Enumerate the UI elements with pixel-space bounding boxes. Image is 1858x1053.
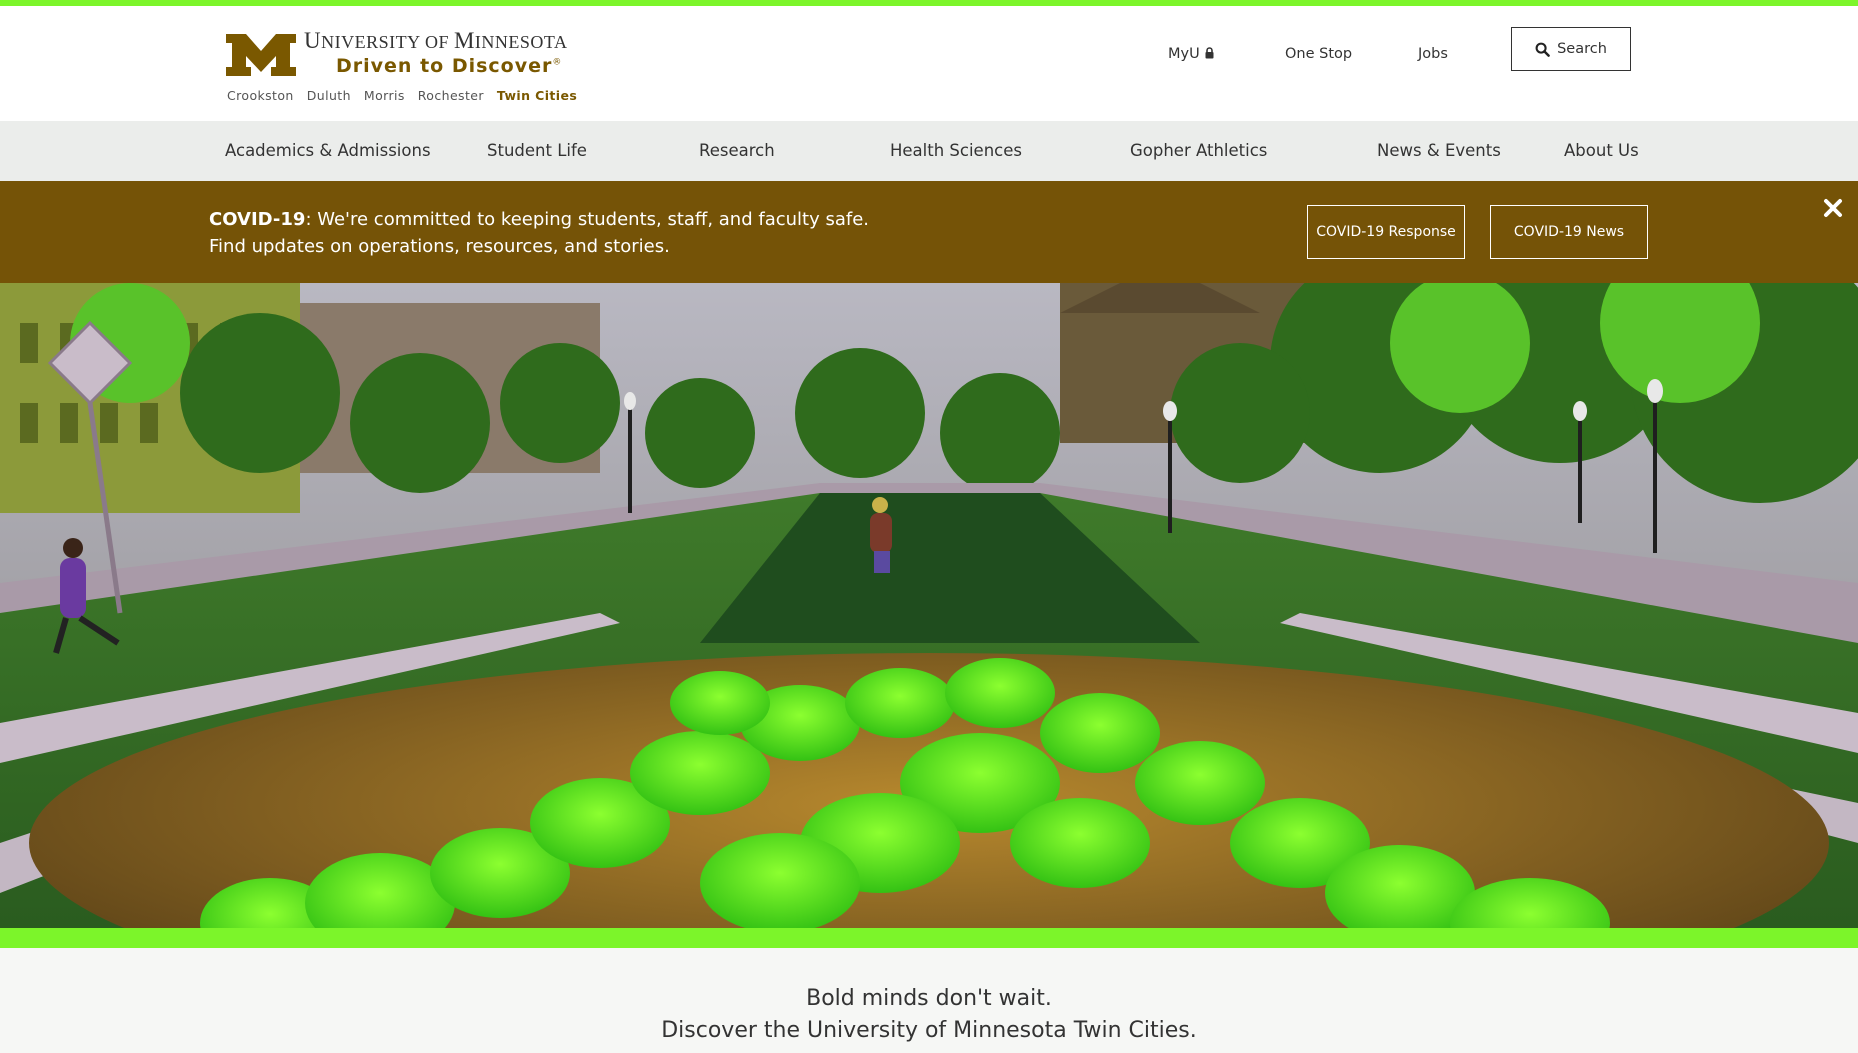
covid-news-button[interactable]: COVID-19 News xyxy=(1490,205,1648,259)
nav-item-student-life[interactable]: Student Life xyxy=(487,141,587,160)
tagline-line-2: Discover the University of Minnesota Twi… xyxy=(661,1018,1197,1043)
main-navigation: Academics & Admissions Student Life Rese… xyxy=(0,121,1858,181)
alert-message: COVID-19: We're committed to keeping stu… xyxy=(209,206,869,260)
logo-tagline: Driven to Discover® xyxy=(336,55,563,77)
covid-response-button[interactable]: COVID-19 Response xyxy=(1307,205,1465,259)
myu-label: MyU xyxy=(1168,46,1200,62)
lock-icon xyxy=(1205,47,1214,59)
site-header: UNIVERSITY OF MINNESOTA Driven to Discov… xyxy=(0,6,1858,121)
one-stop-link[interactable]: One Stop xyxy=(1285,46,1352,62)
hero-bottom-accent-bar xyxy=(0,928,1858,948)
campus-link-rochester[interactable]: Rochester xyxy=(418,88,484,103)
myu-link[interactable]: MyU xyxy=(1168,46,1214,62)
alert-line-1: : We're committed to keeping students, s… xyxy=(305,209,869,230)
jobs-link[interactable]: Jobs xyxy=(1418,46,1448,62)
search-button[interactable]: Search xyxy=(1511,27,1631,71)
nav-item-academics-admissions[interactable]: Academics & Admissions xyxy=(225,141,431,160)
nav-item-news-events[interactable]: News & Events xyxy=(1377,141,1501,160)
hero-campus-image xyxy=(0,283,1858,928)
campus-links: Crookston Duluth Morris Rochester Twin C… xyxy=(227,88,577,103)
nav-item-health-sciences[interactable]: Health Sciences xyxy=(890,141,1022,160)
alert-heading: COVID-19 xyxy=(209,209,306,230)
university-logo[interactable]: UNIVERSITY OF MINNESOTA Driven to Discov… xyxy=(226,28,586,84)
nav-item-gopher-athletics[interactable]: Gopher Athletics xyxy=(1130,141,1267,160)
search-icon xyxy=(1535,42,1550,57)
campus-link-crookston[interactable]: Crookston xyxy=(227,88,294,103)
block-m-logo-icon xyxy=(226,34,296,76)
close-alert-button[interactable] xyxy=(1822,197,1844,219)
campus-photo-illustration xyxy=(0,283,1858,928)
alert-line-2: Find updates on operations, resources, a… xyxy=(209,236,670,257)
campus-link-twin-cities[interactable]: Twin Cities xyxy=(497,88,577,103)
tagline-section: Bold minds don't wait. Discover the Univ… xyxy=(0,948,1858,1053)
campus-link-morris[interactable]: Morris xyxy=(364,88,405,103)
tagline-line-1: Bold minds don't wait. xyxy=(806,986,1052,1011)
covid-alert-banner: COVID-19: We're committed to keeping stu… xyxy=(0,181,1858,283)
search-button-label: Search xyxy=(1557,41,1607,57)
logo-wordmark: UNIVERSITY OF MINNESOTA xyxy=(304,28,568,53)
nav-item-about-us[interactable]: About Us xyxy=(1564,141,1639,160)
campus-link-duluth[interactable]: Duluth xyxy=(307,88,351,103)
nav-item-research[interactable]: Research xyxy=(699,141,775,160)
close-icon xyxy=(1824,199,1842,217)
